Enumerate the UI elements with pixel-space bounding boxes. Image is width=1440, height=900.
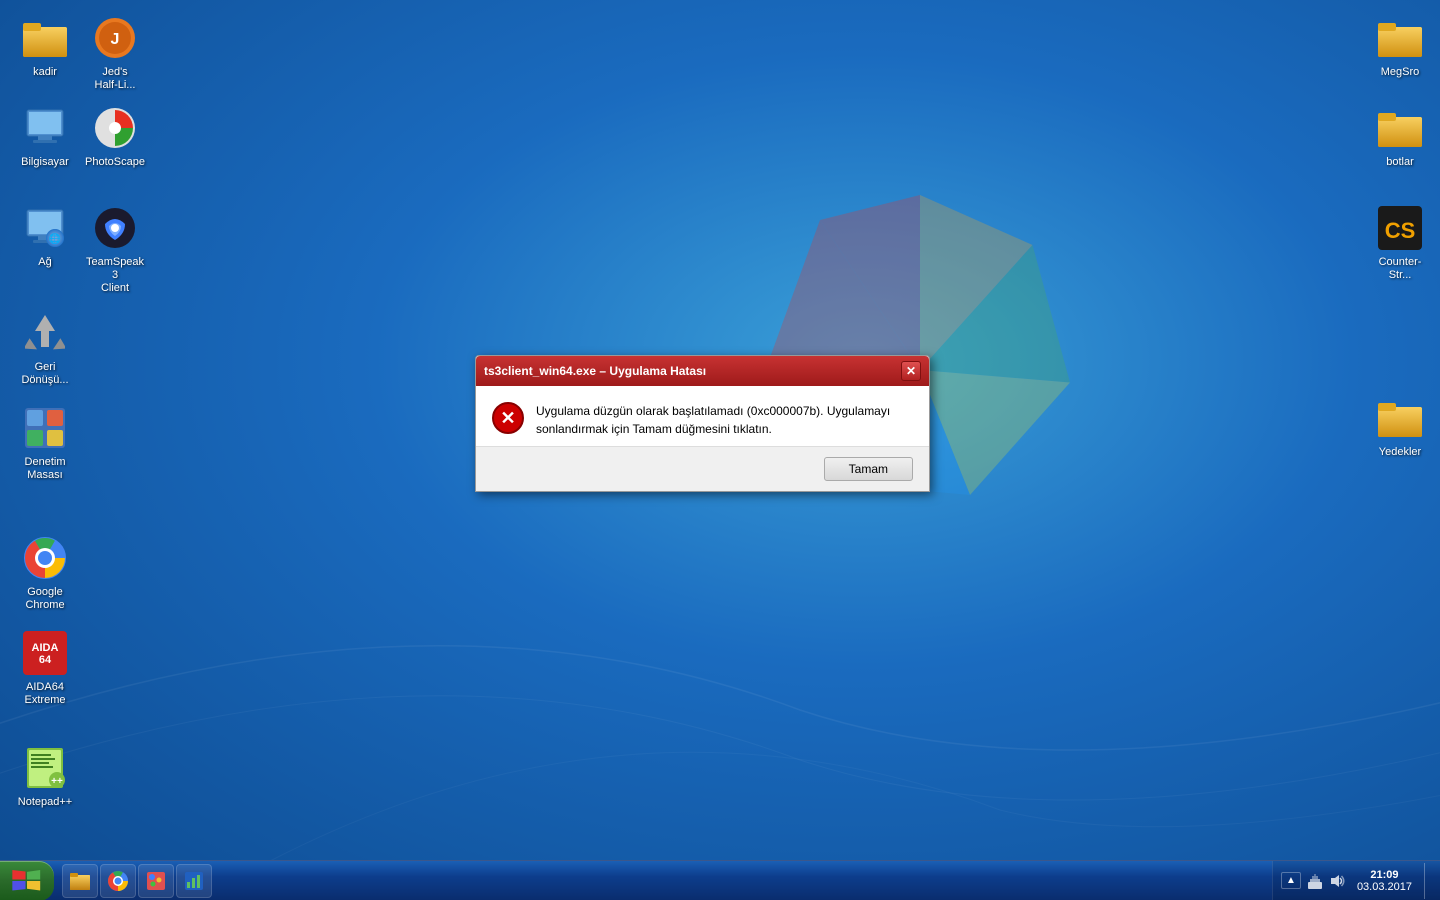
dialog-message: Uygulama düzgün olarak başlatılamadı (0x… (536, 402, 913, 438)
show-desktop-button[interactable] (1424, 863, 1432, 899)
taskbar: ▲ 21:09 03.03.2017 (0, 860, 1440, 900)
error-dialog: ts3client_win64.exe – Uygulama Hatası ✕ … (475, 355, 930, 492)
dialog-titlebar: ts3client_win64.exe – Uygulama Hatası ✕ (476, 356, 929, 386)
network-tray-icon[interactable] (1307, 873, 1323, 889)
volume-tray-icon[interactable] (1329, 873, 1345, 889)
file-explorer-icon (69, 870, 91, 892)
clock-time: 21:09 (1357, 869, 1412, 881)
taskbar-item-chrome[interactable] (100, 864, 136, 898)
dialog-title: ts3client_win64.exe – Uygulama Hatası (484, 364, 901, 378)
system-tray: ▲ 21:09 03.03.2017 (1272, 861, 1440, 900)
dialog-overlay: ts3client_win64.exe – Uygulama Hatası ✕ … (0, 0, 1440, 900)
show-hidden-icons[interactable]: ▲ (1281, 872, 1301, 889)
dialog-body: ✕ Uygulama düzgün olarak başlatılamadı (… (476, 386, 929, 446)
dialog-footer: Tamam (476, 446, 929, 491)
error-icon: ✕ (492, 402, 524, 434)
desktop: kadir J Jed'sHalf-Li... (0, 0, 1440, 900)
taskbar-items (58, 864, 1272, 898)
dialog-close-button[interactable]: ✕ (901, 361, 921, 381)
taskbar-item-paint[interactable] (138, 864, 174, 898)
taskbar-item-task-manager[interactable] (176, 864, 212, 898)
paint-icon (145, 870, 167, 892)
start-button[interactable] (0, 861, 54, 900)
taskbar-item-file-explorer[interactable] (62, 864, 98, 898)
chrome-taskbar-icon (107, 870, 129, 892)
task-manager-icon (183, 870, 205, 892)
clock-date: 03.03.2017 (1357, 881, 1412, 893)
ok-button[interactable]: Tamam (824, 457, 913, 481)
start-windows-icon (12, 870, 42, 892)
taskbar-clock[interactable]: 21:09 03.03.2017 (1351, 869, 1418, 893)
